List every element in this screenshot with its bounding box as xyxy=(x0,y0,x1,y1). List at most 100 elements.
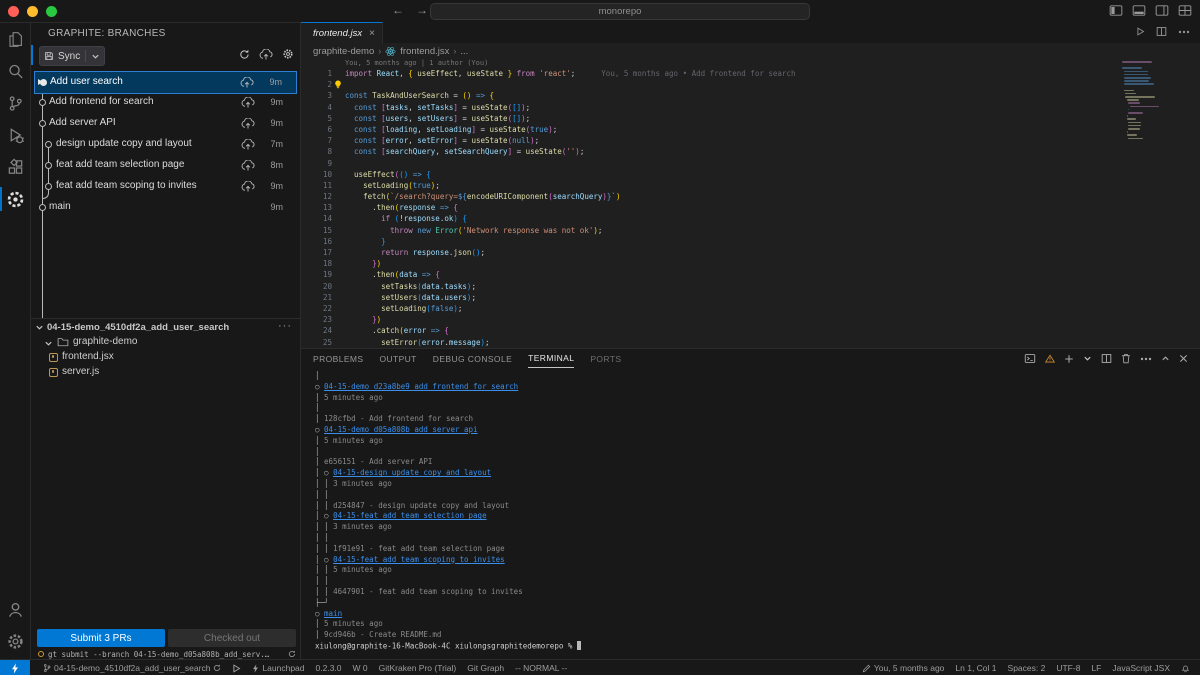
toggle-panel-icon[interactable] xyxy=(1132,4,1146,17)
close-icon[interactable] xyxy=(1179,354,1188,363)
status-cursor-position[interactable]: Ln 1, Col 1 xyxy=(955,663,996,673)
status-version[interactable]: 0.2.3.0 xyxy=(316,663,342,673)
activity-item-source-control[interactable] xyxy=(0,87,30,119)
panel-tab-ports[interactable]: PORTS xyxy=(590,350,621,368)
cloud-upload-icon[interactable] xyxy=(241,160,255,171)
branch-link[interactable]: 04-15-design_update_copy_and_layout xyxy=(333,468,491,477)
tree-item-frontend-jsx[interactable]: frontend.jsx xyxy=(31,350,300,365)
activity-item-extensions[interactable] xyxy=(0,151,30,183)
play-icon[interactable] xyxy=(1136,27,1145,36)
branch-link[interactable]: 04-15-demo_d23a8be9_add_frontend_for_sea… xyxy=(324,382,518,391)
cloud-upload-icon[interactable] xyxy=(241,97,255,108)
branch-row[interactable]: Add user search9m xyxy=(34,71,297,94)
tree-item-server-js[interactable]: server.js xyxy=(31,365,300,380)
branch-link[interactable]: 04-15-feat_add_team_scoping_to_invites xyxy=(333,555,505,564)
status-blame[interactable]: You, 5 months ago xyxy=(862,663,945,673)
status-indentation[interactable]: Spaces: 2 xyxy=(1008,663,1046,673)
back-button[interactable]: ← xyxy=(392,3,404,17)
remote-icon xyxy=(11,663,19,674)
cloud-upload-icon[interactable] xyxy=(241,181,255,192)
split-icon[interactable] xyxy=(1101,353,1112,364)
activity-item-accounts[interactable] xyxy=(0,593,30,625)
trash-icon[interactable] xyxy=(1121,353,1131,364)
terminal-output[interactable]: │○ 04-15-demo_d23a8be9_add_frontend_for_… xyxy=(315,371,1196,660)
panel-tab-problems[interactable]: PROBLEMS xyxy=(313,350,363,368)
command-center-search[interactable]: monorepo xyxy=(430,3,810,20)
status-eol[interactable]: LF xyxy=(1091,663,1101,673)
status-encoding[interactable]: UTF-8 xyxy=(1056,663,1080,673)
more-actions-icon[interactable]: ··· xyxy=(278,320,292,332)
branch-row[interactable]: feat add team selection page8m xyxy=(34,155,297,176)
breadcrumb-item[interactable]: frontend.jsx xyxy=(400,46,449,57)
branch-row[interactable]: design update copy and layout7m xyxy=(34,134,297,155)
branch-row[interactable]: feat add team scoping to invites9m xyxy=(34,176,297,197)
chevron-down-icon[interactable] xyxy=(1083,354,1092,363)
gear-small-icon[interactable] xyxy=(282,48,294,60)
graphite-icon xyxy=(6,190,25,209)
code-line: 14 if (!response.ok) { xyxy=(301,213,1200,224)
activity-item-search[interactable] xyxy=(0,55,30,87)
zoom-window-button[interactable] xyxy=(46,6,57,17)
toggle-sidebar-icon[interactable] xyxy=(1109,4,1123,17)
plus-icon[interactable] xyxy=(1064,354,1074,364)
close-window-button[interactable] xyxy=(8,6,19,17)
terminal-icon[interactable] xyxy=(1024,353,1036,364)
branch-row[interactable]: Add frontend for search9m xyxy=(34,92,297,113)
customize-layout-icon[interactable] xyxy=(1178,4,1192,17)
status-notifications[interactable] xyxy=(1181,663,1190,673)
breadcrumb[interactable]: graphite-demo›frontend.jsx›... xyxy=(301,43,1200,59)
status-vim-mode[interactable]: -- NORMAL -- xyxy=(515,663,567,673)
status-run-task[interactable] xyxy=(232,664,241,673)
forward-button[interactable]: → xyxy=(416,3,428,17)
breadcrumb-item[interactable]: ... xyxy=(460,46,468,57)
activity-item-explorer[interactable] xyxy=(0,23,30,55)
branch-link[interactable]: main xyxy=(324,609,342,618)
more-icon[interactable] xyxy=(1140,357,1152,361)
section-title: 04-15-demo_4510df2a_add_user_search xyxy=(47,322,229,333)
breadcrumb-item[interactable]: graphite-demo xyxy=(313,46,374,57)
checked-out-button[interactable]: Checked out xyxy=(168,629,296,647)
cloud-upload-icon[interactable] xyxy=(259,49,273,60)
close-tab-icon[interactable]: × xyxy=(369,28,375,39)
branch-row[interactable]: Add server API9m xyxy=(34,113,297,134)
code-editor[interactable]: You, 5 months ago | 1 author (You) 1impo… xyxy=(301,59,1200,348)
status-label: You, 5 months ago xyxy=(874,663,945,673)
branch-link[interactable]: 04-15-feat_add_team_selection_page xyxy=(333,511,487,520)
chevron-up-icon[interactable] xyxy=(1161,354,1170,363)
status-language-mode[interactable]: JavaScript JSX xyxy=(1112,663,1170,673)
status-label: 04-15-demo_4510df2a_add_user_search xyxy=(54,663,210,673)
changes-section-header[interactable]: 04-15-demo_4510df2a_add_user_search ··· xyxy=(31,318,300,335)
cloud-upload-icon[interactable] xyxy=(240,77,254,88)
split-icon[interactable] xyxy=(1156,26,1167,37)
branch-row[interactable]: main9m xyxy=(34,197,297,218)
codelens-annotation[interactable]: You, 5 months ago | 1 author (You) xyxy=(345,59,1200,68)
sync-button[interactable]: Sync xyxy=(39,46,105,66)
panel-tab-debug-console[interactable]: DEBUG CONSOLE xyxy=(433,350,512,368)
tree-item-graphite-demo[interactable]: graphite-demo xyxy=(31,335,300,350)
tab-frontend-jsx[interactable]: frontend.jsx × xyxy=(301,22,383,44)
minimize-window-button[interactable] xyxy=(27,6,38,17)
status-git-graph[interactable]: Git Graph xyxy=(467,663,504,673)
refresh-icon[interactable] xyxy=(239,49,250,60)
status-gitkraken[interactable]: GitKraken Pro (Trial) xyxy=(379,663,457,673)
submit-prs-button[interactable]: Submit 3 PRs xyxy=(37,629,165,647)
minimap[interactable] xyxy=(1122,61,1160,141)
status-remote-indicator[interactable] xyxy=(0,660,30,675)
cloud-upload-icon[interactable] xyxy=(241,139,255,150)
warn-icon[interactable] xyxy=(1045,354,1055,363)
chevron-down-icon[interactable] xyxy=(91,52,100,61)
panel-tab-output[interactable]: OUTPUT xyxy=(379,350,416,368)
cloud-upload-icon[interactable] xyxy=(241,118,255,129)
more-icon[interactable] xyxy=(1178,30,1190,34)
activity-item-run-debug[interactable] xyxy=(0,119,30,151)
branch-link[interactable]: 04-15-demo_d05a808b_add_server_api xyxy=(324,425,478,434)
panel-tab-terminal[interactable]: TERMINAL xyxy=(528,349,574,368)
status-git-branch[interactable]: 04-15-demo_4510df2a_add_user_search xyxy=(43,663,221,673)
toggle-secondary-sidebar-icon[interactable] xyxy=(1155,4,1169,17)
status-warnings[interactable]: W 0 xyxy=(353,663,368,673)
code-line: 2 xyxy=(301,79,1200,90)
code-line: 4 const [tasks, setTasks] = useState([])… xyxy=(301,102,1200,113)
activity-item-graphite[interactable] xyxy=(0,183,30,215)
status-launchpad[interactable]: Launchpad xyxy=(252,663,304,673)
activity-item-settings[interactable] xyxy=(0,625,30,657)
